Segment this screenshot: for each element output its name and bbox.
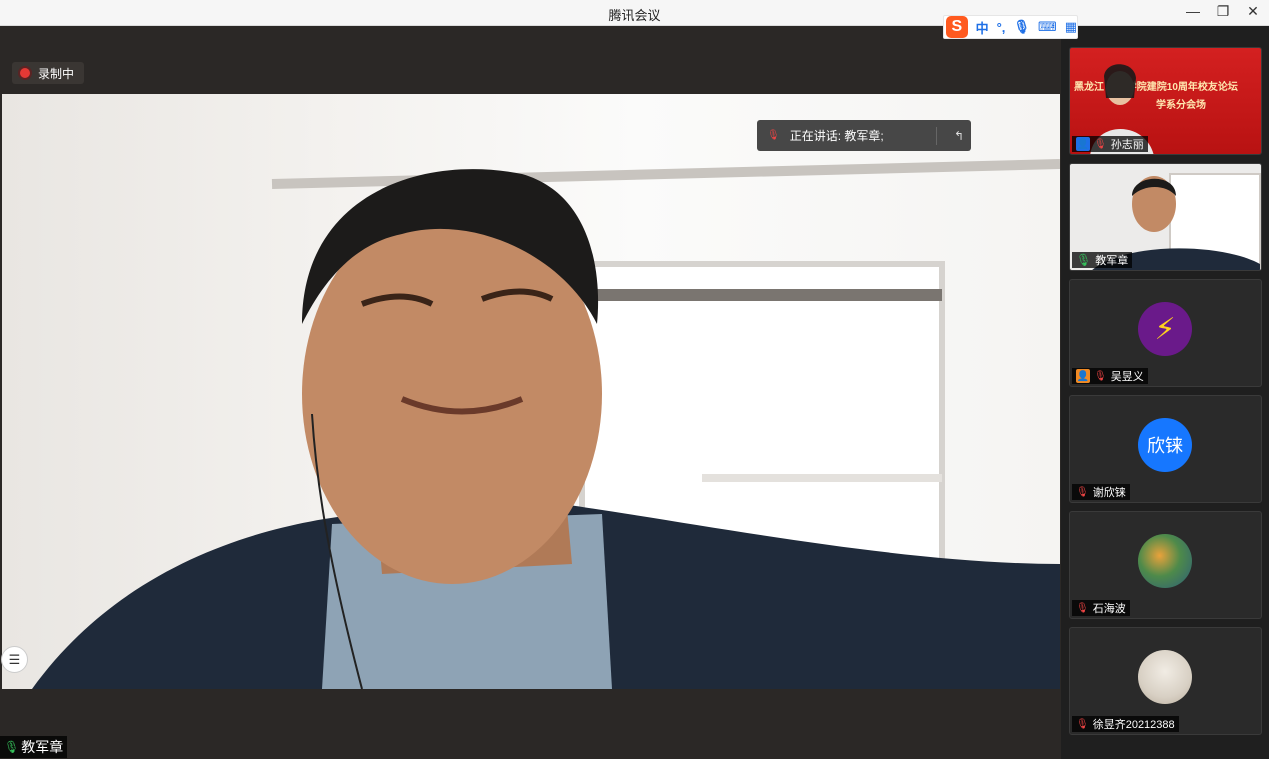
- collapse-icon[interactable]: ↰: [947, 129, 971, 143]
- mic-muted-icon: 🎙: [767, 130, 780, 141]
- participant-label: 🎙 徐昱齐20212388: [1072, 716, 1179, 732]
- ime-mode-toggle[interactable]: 中: [976, 18, 989, 37]
- participant-tile[interactable]: ⚡ 👤 🎙 吴昱义: [1069, 279, 1262, 387]
- speaker-video-frame: [32, 159, 1060, 689]
- mic-muted-icon: 🎙: [1076, 718, 1089, 730]
- lightning-icon: ⚡: [1138, 302, 1192, 356]
- participant-tile[interactable]: 欣铼 🎙 谢欣铼: [1069, 395, 1262, 503]
- ime-grid-icon[interactable]: ▦: [1065, 19, 1077, 35]
- title-bar: 腾讯会议 — ❐ ✕: [0, 0, 1269, 26]
- window-controls: — ❐ ✕: [1185, 3, 1261, 20]
- mic-muted-icon: 🎙: [1076, 486, 1089, 498]
- recording-label: 录制中: [38, 66, 75, 81]
- cohost-badge-icon: 👤: [1076, 369, 1090, 383]
- participant-label: 🎙 石海波: [1072, 600, 1130, 616]
- main-video: [2, 94, 1060, 689]
- participant-sidebar: 黑龙江 管理学院建院10周年校友论坛 学系分会场 👤 🎙 孙志丽 🎙 教军章 ⚡…: [1061, 26, 1269, 759]
- ime-mic-icon[interactable]: 🎙: [1013, 19, 1030, 35]
- participant-label: 👤 🎙 吴昱义: [1072, 368, 1148, 384]
- speaking-text: 正在讲话: 教军章;: [789, 129, 884, 143]
- divider: [936, 126, 937, 145]
- window-title: 腾讯会议: [608, 8, 661, 23]
- main-speaker-name: 教军章: [21, 739, 64, 755]
- main-speaker-label: 🎙 教军章: [0, 736, 68, 758]
- participant-name: 徐昱齐20212388: [1092, 719, 1175, 731]
- participant-tile[interactable]: 🎙 石海波: [1069, 511, 1262, 619]
- mic-active-icon: 🎙: [1076, 253, 1092, 267]
- restore-button[interactable]: ❐: [1215, 3, 1231, 20]
- participant-tile[interactable]: 🎙 徐昱齐20212388: [1069, 627, 1262, 735]
- minimize-button[interactable]: —: [1185, 3, 1201, 20]
- mic-muted-icon: 🎙: [1076, 602, 1089, 614]
- mic-active-icon: 🎙: [4, 740, 20, 754]
- close-button[interactable]: ✕: [1245, 3, 1261, 20]
- participant-name: 石海波: [1092, 603, 1126, 615]
- participant-label: 👤 🎙 孙志丽: [1072, 136, 1148, 152]
- mic-muted-icon: 🎙: [1094, 370, 1107, 382]
- sogou-logo-icon[interactable]: S: [946, 16, 968, 38]
- participant-name: 谢欣铼: [1092, 487, 1126, 499]
- participant-label: 🎙 谢欣铼: [1072, 484, 1130, 500]
- participant-name: 教军章: [1095, 255, 1129, 267]
- host-badge-icon: 👤: [1076, 137, 1090, 151]
- speaking-indicator: 🎙 正在讲话: 教军章; ↰: [757, 120, 971, 151]
- ime-toolbar: S 中 °, 🎙 ⌨ ▦: [943, 15, 1078, 39]
- avatar: 欣铼: [1138, 418, 1192, 472]
- record-dot-icon: [20, 68, 30, 78]
- mic-muted-icon: 🎙: [1094, 138, 1107, 150]
- ime-keyboard-icon[interactable]: ⌨: [1038, 19, 1057, 35]
- avatar: [1138, 650, 1192, 704]
- list-menu-icon[interactable]: ☰: [1, 646, 28, 673]
- ime-punct-toggle[interactable]: °,: [997, 20, 1006, 35]
- participant-tile[interactable]: 🎙 教军章: [1069, 163, 1262, 271]
- recording-indicator[interactable]: 录制中: [12, 62, 85, 84]
- participant-label: 🎙 教军章: [1072, 252, 1133, 268]
- participant-name: 孙志丽: [1110, 139, 1144, 151]
- participant-tile[interactable]: 黑龙江 管理学院建院10周年校友论坛 学系分会场 👤 🎙 孙志丽: [1069, 47, 1262, 155]
- participant-name: 吴昱义: [1110, 371, 1144, 383]
- avatar: [1138, 534, 1192, 588]
